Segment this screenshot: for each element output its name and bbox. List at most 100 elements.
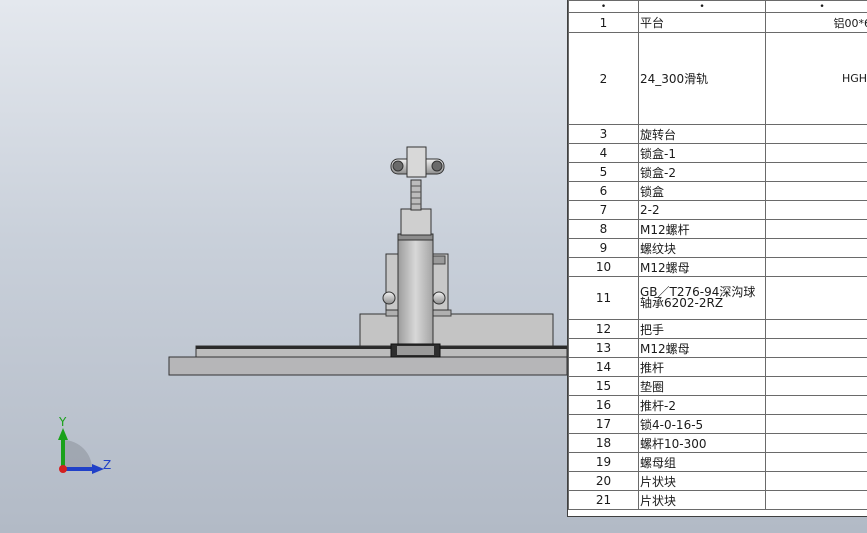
bom-name-cell: 片状块 (638, 471, 766, 491)
bom-spec-cell (765, 200, 867, 220)
bom-spec-cell: HGH-1 (765, 32, 867, 125)
bom-no-cell: 2 (568, 32, 639, 125)
bom-no-cell: 15 (568, 376, 639, 396)
bolt-right (432, 291, 446, 305)
bom-no-cell: 8 (568, 219, 639, 239)
x-axis-origin (59, 465, 67, 473)
bom-header-row: • • • (568, 0, 867, 13)
table-row[interactable]: 7 2-2 (568, 200, 867, 220)
screw-rod[interactable] (410, 179, 422, 211)
table-row[interactable]: 8 M12螺杆 (568, 219, 867, 239)
bom-spec-cell (765, 276, 867, 320)
bom-name-cell: 锁4-0-16-5 (638, 414, 766, 434)
bom-spec-cell (765, 219, 867, 239)
table-row[interactable]: 1平台铝00*60 (568, 12, 867, 33)
table-row[interactable]: 6 锁盒 (568, 181, 867, 201)
bom-name-cell: 螺纹块 (638, 238, 766, 258)
table-row[interactable]: 11 GB／T276-94深沟球轴承6202-2RZ (568, 276, 867, 320)
bom-no-cell: 13 (568, 338, 639, 358)
table-row[interactable]: 15 垫圈 (568, 376, 867, 396)
table-row[interactable]: 4 锁盒-1 (568, 143, 867, 163)
bom-spec-cell (765, 338, 867, 358)
bolt-left (382, 291, 396, 305)
bom-name-cell: M12螺母 (638, 338, 766, 358)
bom-spec-cell (765, 143, 867, 163)
bom-no-cell: 19 (568, 452, 639, 472)
table-row[interactable]: 224_300滑轨HGH-1 (568, 32, 867, 125)
bom-spec-cell (765, 181, 867, 201)
table-row[interactable]: 18 螺杆10-300 (568, 433, 867, 453)
bom-no-cell: 20 (568, 471, 639, 491)
slider-column[interactable] (397, 233, 434, 349)
bom-spec-cell (765, 471, 867, 491)
bom-spec-cell (765, 395, 867, 415)
bom-no-cell: 11 (568, 276, 639, 320)
bom-name-cell: 平台 (638, 12, 766, 33)
table-row[interactable]: 16 推杆-2 (568, 395, 867, 415)
bom-no-cell: 17 (568, 414, 639, 434)
table-row[interactable]: 21 片状块 (568, 490, 867, 510)
bom-no-cell: 3 (568, 124, 639, 144)
table-row[interactable]: 13 M12螺母 (568, 338, 867, 358)
table-row[interactable]: 19 螺母组 (568, 452, 867, 472)
bom-name-cell: 锁盒-1 (638, 143, 766, 163)
bom-name-cell: 螺母组 (638, 452, 766, 472)
bom-no-cell: 7 (568, 200, 639, 220)
bom-spec-cell: 铝00*60 (765, 12, 867, 33)
table-row[interactable]: 12 把手 (568, 319, 867, 339)
bom-name-cell: M12螺杆 (638, 219, 766, 239)
bom-name-cell: 片状块 (638, 490, 766, 510)
bom-spec-cell (765, 490, 867, 510)
table-row[interactable]: 20 片状块 (568, 471, 867, 491)
table-row[interactable]: 9 螺纹块 (568, 238, 867, 258)
bom-spec-cell (765, 414, 867, 434)
bom-spec-cell (765, 357, 867, 377)
bom-name-cell: 推杆-2 (638, 395, 766, 415)
bom-name-cell: 把手 (638, 319, 766, 339)
bom-no-cell: 14 (568, 357, 639, 377)
bom-table[interactable]: • • • 1平台铝00*60224_300滑轨HGH-13旋转台4锁盒-15锁… (567, 0, 867, 517)
bom-no-cell: 5 (568, 162, 639, 182)
bom-no-cell: 18 (568, 433, 639, 453)
bom-name-cell: 锁盒 (638, 181, 766, 201)
bom-name-cell: 锁盒-2 (638, 162, 766, 182)
column-cap[interactable] (400, 208, 432, 236)
bom-name-cell: M12螺母 (638, 257, 766, 277)
bom-no-cell: 12 (568, 319, 639, 339)
table-row[interactable]: 3 旋转台 (568, 124, 867, 144)
rotary-table[interactable] (359, 313, 554, 347)
bom-spec-cell (765, 376, 867, 396)
bom-name-cell: 旋转台 (638, 124, 766, 144)
z-axis-label: Z (103, 458, 111, 472)
header-cell: • (568, 0, 639, 13)
bom-spec-cell (765, 238, 867, 258)
bom-name-cell: 推杆 (638, 357, 766, 377)
bom-name-cell: 垫圈 (638, 376, 766, 396)
header-cell: • (638, 0, 766, 13)
bom-no-cell: 6 (568, 181, 639, 201)
bom-name-cell: 24_300滑轨 (638, 32, 766, 125)
bom-spec-cell (765, 257, 867, 277)
bom-no-cell: 21 (568, 490, 639, 510)
bom-spec-cell (765, 433, 867, 453)
base-platform[interactable] (168, 356, 568, 376)
triad-quadrant (63, 440, 92, 469)
table-row[interactable]: 17 锁4-0-16-5 (568, 414, 867, 434)
bom-spec-cell (765, 452, 867, 472)
bom-spec-cell (765, 162, 867, 182)
bom-no-cell: 9 (568, 238, 639, 258)
table-row[interactable]: 5 锁盒-2 (568, 162, 867, 182)
table-row[interactable]: 14 推杆 (568, 357, 867, 377)
bom-spec-cell (765, 319, 867, 339)
table-row[interactable]: 10 M12螺母 (568, 257, 867, 277)
bom-no-cell: 1 (568, 12, 639, 33)
axis-triad: Y Z (58, 415, 111, 474)
bom-spec-cell (765, 124, 867, 144)
bom-no-cell: 10 (568, 257, 639, 277)
handle-hub[interactable] (406, 146, 427, 178)
header-cell: • (765, 0, 867, 13)
bom-name-cell: GB／T276-94深沟球轴承6202-2RZ (638, 276, 766, 320)
bom-no-cell: 4 (568, 143, 639, 163)
bom-no-cell: 16 (568, 395, 639, 415)
bom-name-cell: 螺杆10-300 (638, 433, 766, 453)
